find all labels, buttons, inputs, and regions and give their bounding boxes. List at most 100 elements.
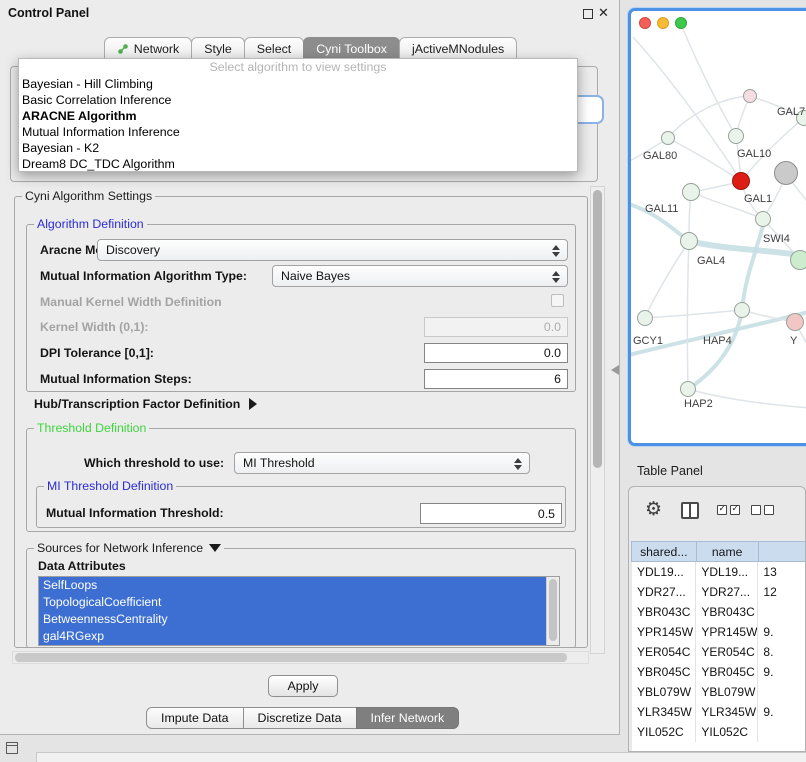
combo-arrows-icon xyxy=(549,270,563,284)
settings-vertical-scrollbar xyxy=(590,186,605,654)
settings-horizontal-scrollbar xyxy=(12,651,589,664)
mode-tab-discretize-data[interactable]: Discretize Data xyxy=(243,707,357,729)
hub-section-toggle[interactable]: Hub/Transcription Factor Definition xyxy=(34,397,257,411)
table-row[interactable]: YDL19...YDL19...13 xyxy=(632,562,806,582)
settings-gear-icon[interactable] xyxy=(645,499,662,521)
graph-node-label: GAL7 xyxy=(777,106,805,118)
mi-threshold-input[interactable]: 0.5 xyxy=(420,503,562,524)
table-row[interactable]: YBR045CYBR045C9. xyxy=(632,662,806,682)
table-row[interactable]: YLR345WYLR345W9. xyxy=(632,702,806,722)
unchecked-box-icon xyxy=(764,505,774,515)
which-threshold-select[interactable]: MI Threshold xyxy=(234,452,530,474)
graph-node-gal4[interactable] xyxy=(680,232,698,250)
settings-horizontal-scrollbar-thumb[interactable] xyxy=(15,653,567,662)
table-cell: YBR043C xyxy=(696,602,758,622)
table-row[interactable]: YBR043CYBR043C xyxy=(632,602,806,622)
network-canvas[interactable]: GAL80GAL10GAL7GAL11GAL1SWI4GAL4GCY1HAP4Y… xyxy=(631,11,806,443)
table-cell: YER054C xyxy=(632,642,696,662)
algorithm-option-dream8-dc-tdc-algorithm[interactable]: Dream8 DC_TDC Algorithm xyxy=(19,156,577,172)
graph-node-gal1[interactable] xyxy=(755,211,771,227)
data-attribute-item[interactable]: TopologicalCoefficient xyxy=(39,594,546,611)
table-cell xyxy=(758,602,806,622)
panel-title: Control Panel xyxy=(8,6,89,20)
manual-kernel-width-checkbox[interactable] xyxy=(551,294,564,307)
table-row[interactable]: YER054CYER054C8. xyxy=(632,642,806,662)
mode-tab-infer-network[interactable]: Infer Network xyxy=(356,707,460,729)
cyni-settings-group-title: Cyni Algorithm Settings xyxy=(22,189,155,203)
control-panel-tabs: NetworkStyleSelectCyni ToolboxjActiveMNo… xyxy=(0,36,620,59)
data-attribute-item[interactable]: gal4RGexp xyxy=(39,628,546,645)
table-row[interactable]: YIL052CYIL052C xyxy=(632,722,806,742)
aracne-mode-select[interactable]: Discovery xyxy=(97,239,568,261)
table-cell: 12 xyxy=(758,582,806,602)
table-cell: YBL079W xyxy=(632,682,696,702)
table-cell: 8. xyxy=(758,642,806,662)
graph-node-swi4[interactable] xyxy=(790,250,806,270)
table-cell: 9. xyxy=(758,622,806,642)
algorithm-option-aracne-algorithm[interactable]: ARACNE Algorithm xyxy=(19,108,577,124)
column-header-shared[interactable]: shared... xyxy=(631,541,697,562)
graph-node[interactable] xyxy=(743,89,757,103)
chevron-down-icon xyxy=(209,544,221,552)
algorithm-dropdown-popup: Select algorithm to view settings Bayesi… xyxy=(18,58,578,172)
graph-node-gal11[interactable] xyxy=(682,183,700,201)
mi-algorithm-type-select[interactable]: Naive Bayes xyxy=(272,265,568,287)
kernel-width-input[interactable]: 0.0 xyxy=(424,317,568,337)
sources-group-toggle[interactable]: Sources for Network Inference xyxy=(34,541,224,555)
checked-box-icon xyxy=(730,505,740,515)
table-cell: YBL079W xyxy=(696,682,758,702)
tab-network[interactable]: Network xyxy=(104,37,192,59)
control-panel-window: Control Panel ✕ NetworkStyleSelectCyni T… xyxy=(0,0,620,735)
graph-node-label: GAL1 xyxy=(744,193,772,205)
table-row[interactable]: YPR145WYPR145W9. xyxy=(632,622,806,642)
graph-node-hap2[interactable] xyxy=(680,381,696,397)
algorithm-option-mutual-information-inference[interactable]: Mutual Information Inference xyxy=(19,124,577,140)
manual-kernel-width-label: Manual Kernel Width Definition xyxy=(40,295,222,309)
table-cell: YLR345W xyxy=(696,702,758,722)
table-row[interactable]: YDR27...YDR27...12 xyxy=(632,582,806,602)
data-attribute-item[interactable]: BetweennessCentrality xyxy=(39,611,546,628)
graph-node-label: HAP4 xyxy=(703,335,732,347)
table-body: YDL19...YDL19...13YDR27...YDR27...12YBR0… xyxy=(632,562,806,752)
graph-node-gcy1[interactable] xyxy=(637,310,653,326)
algorithm-option-basic-correlation-inference[interactable]: Basic Correlation Inference xyxy=(19,92,577,108)
close-icon[interactable]: ✕ xyxy=(598,5,609,21)
float-window-icon[interactable] xyxy=(583,9,593,19)
table-cell: YPR145W xyxy=(632,622,696,642)
chevron-right-icon xyxy=(249,398,257,410)
algorithm-option-bayesian-k2[interactable]: Bayesian - K2 xyxy=(19,140,577,156)
settings-vertical-scrollbar-thumb[interactable] xyxy=(593,190,602,468)
select-all-icon[interactable] xyxy=(717,505,740,515)
tab-style[interactable]: Style xyxy=(191,37,245,59)
list-scrollbar-thumb[interactable] xyxy=(549,579,557,641)
tab-select[interactable]: Select xyxy=(244,37,304,59)
mode-tab-impute-data[interactable]: Impute Data xyxy=(146,707,244,729)
panel-divider-collapse-icon[interactable] xyxy=(611,365,619,375)
tab-cyni-toolbox[interactable]: Cyni Toolbox xyxy=(303,37,400,59)
graph-node-hap4[interactable] xyxy=(734,302,750,318)
graph-node-gal10[interactable] xyxy=(732,172,750,190)
graph-node-label: GAL10 xyxy=(737,148,771,160)
data-attributes-list: SelfLoopsTopologicalCoefficientBetweenne… xyxy=(38,576,560,646)
dpi-tolerance-input[interactable]: 0.0 xyxy=(424,343,568,363)
column-header-name[interactable]: name xyxy=(696,541,759,562)
table-cell: YER054C xyxy=(696,642,758,662)
graph-node[interactable] xyxy=(728,128,744,144)
table-row[interactable]: YBL079WYBL079W xyxy=(632,682,806,702)
graph-node[interactable] xyxy=(774,161,798,185)
table-cell: 13 xyxy=(758,562,806,582)
apply-button[interactable]: Apply xyxy=(268,675,338,697)
column-selector-icon[interactable] xyxy=(681,502,699,519)
algorithm-option-bayesian-hill-climbing[interactable]: Bayesian - Hill Climbing xyxy=(19,76,577,92)
mi-steps-label: Mutual Information Steps: xyxy=(40,372,192,386)
mi-steps-input[interactable]: 6 xyxy=(424,369,568,389)
cyni-mode-tabs: Impute DataDiscretize DataInfer Network xyxy=(147,707,459,729)
data-attribute-item[interactable]: SelfLoops xyxy=(39,577,546,594)
column-header-2[interactable] xyxy=(758,541,806,562)
tab-jactivemnodules[interactable]: jActiveMNodules xyxy=(399,37,517,59)
deselect-all-icon[interactable] xyxy=(751,505,774,515)
graph-node-gal80[interactable] xyxy=(661,131,675,145)
collapsed-panel-strip xyxy=(36,752,806,762)
minimized-panel-icon[interactable] xyxy=(6,742,18,754)
graph-node-y[interactable] xyxy=(786,313,804,331)
